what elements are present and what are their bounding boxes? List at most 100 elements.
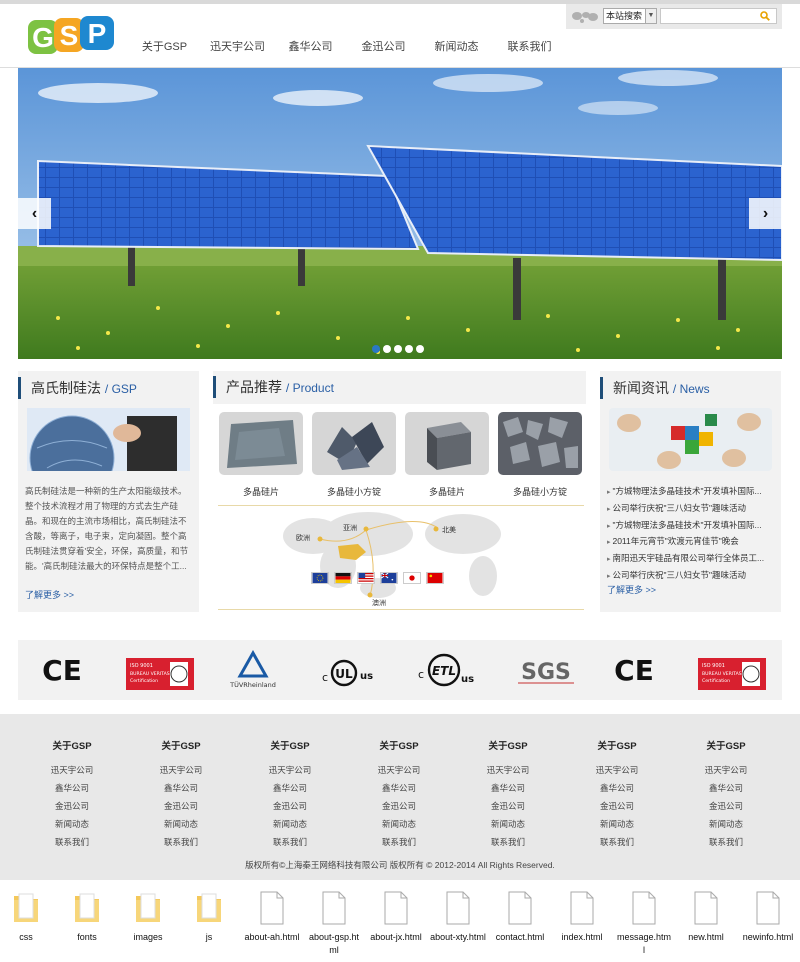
footer-link[interactable]: 联系我们 bbox=[42, 833, 102, 851]
left-more-link[interactable]: 了解更多 >> bbox=[25, 588, 74, 601]
html-file-icon[interactable] bbox=[629, 890, 659, 926]
file-item[interactable]: about-xty.html bbox=[430, 890, 486, 944]
footer-link[interactable]: 金迅公司 bbox=[696, 797, 756, 815]
product-item[interactable]: 多晶硅小方锭 bbox=[498, 412, 582, 498]
folder-item[interactable]: images bbox=[120, 890, 176, 944]
nav-xuntianyu[interactable]: 迅天宇公司 bbox=[201, 38, 274, 54]
folder-icon[interactable] bbox=[11, 890, 41, 926]
footer-link[interactable]: 金迅公司 bbox=[260, 797, 320, 815]
footer-link[interactable]: 鑫华公司 bbox=[696, 779, 756, 797]
folder-item[interactable]: fonts bbox=[59, 890, 115, 944]
file-item[interactable]: about-gsp.html bbox=[306, 890, 362, 957]
html-file-icon[interactable] bbox=[691, 890, 721, 926]
footer-link[interactable]: 新闻动态 bbox=[696, 815, 756, 833]
banner-dot-4[interactable] bbox=[405, 345, 413, 353]
html-file-icon[interactable] bbox=[753, 890, 783, 926]
news-more-link[interactable]: 了解更多 >> bbox=[607, 583, 656, 596]
footer-heading[interactable]: 关于GSP bbox=[42, 738, 102, 752]
nav-about-gsp[interactable]: 关于GSP bbox=[128, 38, 201, 54]
nav-xinhua[interactable]: 鑫华公司 bbox=[274, 38, 347, 54]
html-file-icon[interactable] bbox=[319, 890, 349, 926]
footer-link[interactable]: 新闻动态 bbox=[151, 815, 211, 833]
nav-jinxun[interactable]: 金迅公司 bbox=[347, 38, 420, 54]
file-item[interactable]: newinfo.html bbox=[740, 890, 796, 944]
nav-news[interactable]: 新闻动态 bbox=[420, 38, 493, 54]
news-item[interactable]: 2011年元宵节"欢渡元宵佳节"晚会 bbox=[607, 534, 777, 551]
file-item[interactable]: contact.html bbox=[492, 890, 548, 944]
product-image[interactable] bbox=[219, 412, 303, 475]
footer-link[interactable]: 联系我们 bbox=[369, 833, 429, 851]
footer-link[interactable]: 迅天宇公司 bbox=[478, 761, 538, 779]
file-item[interactable]: new.html bbox=[678, 890, 734, 944]
product-image[interactable] bbox=[405, 412, 489, 475]
footer-heading[interactable]: 关于GSP bbox=[151, 738, 211, 752]
folder-item[interactable]: js bbox=[181, 890, 237, 944]
footer-heading[interactable]: 关于GSP bbox=[260, 738, 320, 752]
nav-contact[interactable]: 联系我们 bbox=[493, 38, 566, 54]
folder-item[interactable]: css bbox=[0, 890, 54, 944]
footer-link[interactable]: 新闻动态 bbox=[587, 815, 647, 833]
footer-link[interactable]: 迅天宇公司 bbox=[696, 761, 756, 779]
file-item[interactable]: message.html bbox=[616, 890, 672, 957]
banner-next-button[interactable]: › bbox=[749, 198, 782, 229]
footer-link[interactable]: 鑫华公司 bbox=[151, 779, 211, 797]
footer-link[interactable]: 鑫华公司 bbox=[42, 779, 102, 797]
product-item[interactable]: 多晶硅片 bbox=[219, 412, 303, 498]
news-item[interactable]: "方城物理法多晶硅技术"开发填补国际... bbox=[607, 484, 777, 501]
footer-link[interactable]: 联系我们 bbox=[260, 833, 320, 851]
search-scope-select[interactable]: 本站搜索 ▼ bbox=[603, 8, 657, 24]
folder-icon[interactable] bbox=[194, 890, 224, 926]
folder-icon[interactable] bbox=[133, 890, 163, 926]
footer-heading[interactable]: 关于GSP bbox=[696, 738, 756, 752]
folder-icon[interactable] bbox=[72, 890, 102, 926]
footer-link[interactable]: 鑫华公司 bbox=[369, 779, 429, 797]
footer-link[interactable]: 鑫华公司 bbox=[587, 779, 647, 797]
product-item[interactable]: 多晶硅片 bbox=[405, 412, 489, 498]
footer-link[interactable]: 联系我们 bbox=[478, 833, 538, 851]
news-item[interactable]: 南阳迅天宇硅品有限公司举行全体员工... bbox=[607, 551, 777, 568]
banner-dot-2[interactable] bbox=[383, 345, 391, 353]
footer-link[interactable]: 迅天宇公司 bbox=[151, 761, 211, 779]
html-file-icon[interactable] bbox=[381, 890, 411, 926]
footer-link[interactable]: 联系我们 bbox=[696, 833, 756, 851]
footer-link[interactable]: 联系我们 bbox=[587, 833, 647, 851]
footer-heading[interactable]: 关于GSP bbox=[478, 738, 538, 752]
news-item[interactable]: 公司举行庆祝"三八妇女节"趣味活动 bbox=[607, 501, 777, 518]
footer-link[interactable]: 迅天宇公司 bbox=[369, 761, 429, 779]
footer-link[interactable]: 迅天宇公司 bbox=[587, 761, 647, 779]
footer-link[interactable]: 鑫华公司 bbox=[478, 779, 538, 797]
product-item[interactable]: 多晶硅小方锭 bbox=[312, 412, 396, 498]
product-image[interactable] bbox=[498, 412, 582, 475]
file-item[interactable]: about-jx.html bbox=[368, 890, 424, 944]
html-file-icon[interactable] bbox=[443, 890, 473, 926]
banner-dot-5[interactable] bbox=[416, 345, 424, 353]
footer-link[interactable]: 新闻动态 bbox=[369, 815, 429, 833]
footer-link[interactable]: 联系我们 bbox=[151, 833, 211, 851]
html-file-icon[interactable] bbox=[505, 890, 535, 926]
banner-dot-3[interactable] bbox=[394, 345, 402, 353]
footer-link[interactable]: 迅天宇公司 bbox=[260, 761, 320, 779]
chevron-down-icon[interactable]: ▼ bbox=[645, 9, 656, 23]
footer-link[interactable]: 鑫华公司 bbox=[260, 779, 320, 797]
footer-link[interactable]: 金迅公司 bbox=[42, 797, 102, 815]
product-image[interactable] bbox=[312, 412, 396, 475]
file-item[interactable]: index.html bbox=[554, 890, 610, 944]
footer-link[interactable]: 迅天宇公司 bbox=[42, 761, 102, 779]
news-item[interactable]: "方城物理法多晶硅技术"开发填补国际... bbox=[607, 518, 777, 535]
footer-link[interactable]: 金迅公司 bbox=[478, 797, 538, 815]
footer-link[interactable]: 新闻动态 bbox=[478, 815, 538, 833]
footer-link[interactable]: 金迅公司 bbox=[369, 797, 429, 815]
html-file-icon[interactable] bbox=[257, 890, 287, 926]
banner-prev-button[interactable]: ‹ bbox=[18, 198, 51, 229]
html-file-icon[interactable] bbox=[567, 890, 597, 926]
footer-link[interactable]: 新闻动态 bbox=[260, 815, 320, 833]
footer-heading[interactable]: 关于GSP bbox=[587, 738, 647, 752]
footer-link[interactable]: 新闻动态 bbox=[42, 815, 102, 833]
search-input[interactable] bbox=[660, 8, 777, 24]
file-item[interactable]: about-ah.html bbox=[244, 890, 300, 944]
footer-link[interactable]: 金迅公司 bbox=[151, 797, 211, 815]
banner-dot-1[interactable] bbox=[372, 345, 380, 353]
footer-link[interactable]: 金迅公司 bbox=[587, 797, 647, 815]
footer-heading[interactable]: 关于GSP bbox=[369, 738, 429, 752]
gsp-logo[interactable]: G S P bbox=[28, 14, 116, 58]
